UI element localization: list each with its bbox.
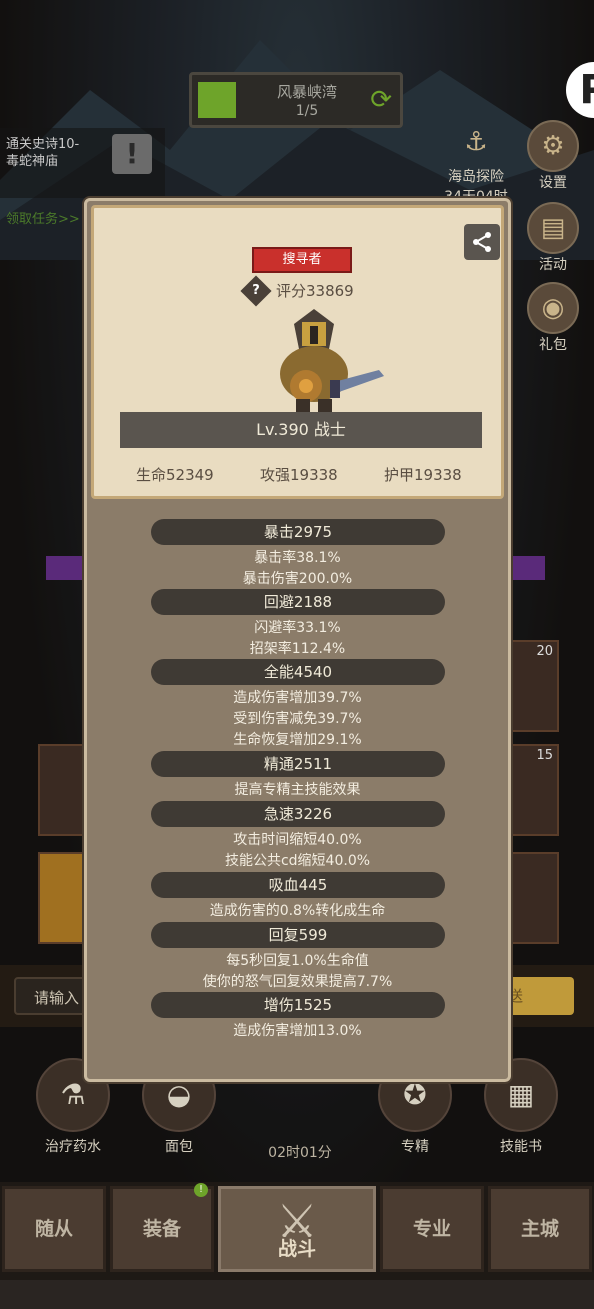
item-bread-label: 面包 (165, 1139, 193, 1155)
haste-header: 急速3226 (151, 801, 445, 827)
character-stats-panel: 搜寻者 ? 评分33869 Lv.390 战士 生命52349 攻强19338 … (84, 198, 511, 1082)
tile-count-2: 15 (536, 748, 553, 763)
activity-label: 活动 (539, 257, 567, 273)
quest-title-2: 毒蛇神庙 (6, 154, 59, 169)
character-card: 搜寻者 ? 评分33869 Lv.390 战士 生命52349 攻强19338 … (91, 205, 504, 499)
gift-button[interactable]: ◉ 礼包 (524, 282, 582, 354)
lifesteal-header: 吸血445 (151, 872, 445, 898)
item-tile-3[interactable] (511, 852, 559, 944)
refresh-icon[interactable]: ⟳ (370, 85, 392, 115)
battle-timer: 02时01分 (268, 1145, 332, 1161)
versatility-header: 全能4540 (151, 659, 445, 685)
claim-quest-link[interactable]: 领取任务>> (6, 208, 80, 227)
dodge-rate: 闪避率33.1% (254, 620, 341, 636)
armor-stat: 护甲19338 (384, 466, 462, 484)
bottom-nav: 随从 装备 ⚔ 战斗 专业 主城 (0, 1182, 594, 1280)
stage-box[interactable]: 风暴峡湾 1/5 ⟳ (189, 72, 403, 128)
tile-count-1: 20 (536, 644, 553, 659)
damage-bonus-header: 增伤1525 (151, 992, 445, 1018)
item-tile-2[interactable]: 15 (511, 744, 559, 836)
crossed-swords-icon: ⚔ (276, 1194, 318, 1248)
anchor-icon: ⚓ (464, 127, 488, 157)
item-tile-5[interactable] (38, 852, 88, 944)
attack-stat: 攻强19338 (260, 466, 338, 484)
item-potion-label: 治疗药水 (45, 1139, 101, 1155)
recovery-desc-2: 使你的怒气回复效果提高7.7% (202, 974, 393, 990)
scroll-icon: ▤ (527, 202, 579, 254)
quest-panel[interactable]: 通关史诗10- 毒蛇神庙 ! (0, 128, 165, 198)
activity-button[interactable]: ▤ 活动 (524, 202, 582, 274)
gear-icon: ⚙ (527, 120, 579, 172)
left-purple-bar (46, 556, 86, 580)
level-bar: Lv.390 战士 (120, 412, 482, 448)
nav-city[interactable]: 主城 (488, 1186, 592, 1272)
stage-progress: 1/5 (295, 103, 319, 119)
crit-rate: 暴击率38.1% (254, 550, 341, 566)
nav-equipment[interactable]: 装备 (110, 1186, 214, 1272)
gift-label: 礼包 (539, 337, 567, 353)
quest-title-1: 通关史诗10- (6, 137, 80, 152)
help-icon-glyph: ? (252, 283, 260, 298)
item-tile-1[interactable]: 20 (511, 640, 559, 732)
item-skillbook-label: 技能书 (500, 1139, 542, 1155)
item-mastery-label: 专精 (401, 1139, 429, 1155)
lifesteal-desc: 造成伤害的0.8%转化成生命 (209, 903, 386, 919)
settings-label: 设置 (539, 175, 567, 191)
island-button[interactable]: ⚓ 海岛探险 34天04时 (434, 118, 518, 206)
gcd-reduction: 技能公共cd缩短40.0% (224, 853, 371, 869)
parry-rate: 招架率112.4% (249, 641, 346, 657)
hp-stat: 生命52349 (136, 466, 214, 484)
stage-name: 风暴峡湾 (276, 83, 337, 101)
exclamation-icon: ! (112, 134, 152, 174)
recovery-desc-1: 每5秒回复1.0%生命值 (226, 953, 369, 969)
right-purple-bar (511, 556, 545, 580)
share-icon[interactable] (464, 224, 500, 260)
mastery-header: 精通2511 (151, 751, 445, 777)
settings-button[interactable]: ⚙ 设置 (524, 120, 582, 192)
gift-icon: ◉ (527, 282, 579, 334)
nav-battle[interactable]: ⚔ 战斗 (218, 1186, 376, 1272)
score-text: 评分33869 (276, 282, 354, 300)
nav-battle-label: 战斗 (277, 1238, 316, 1260)
island-label: 海岛探险 (448, 169, 504, 185)
nav-profession[interactable]: 专业 (380, 1186, 484, 1272)
stage-icon (198, 82, 236, 118)
mastery-desc: 提高专精主技能效果 (234, 782, 361, 798)
regen-increase: 生命恢复增加29.1% (233, 732, 362, 748)
damage-bonus-desc: 造成伤害增加13.0% (233, 1023, 362, 1039)
damage-reduction: 受到伤害减免39.7% (233, 711, 362, 727)
title-tag: 搜寻者 (252, 247, 352, 273)
warrior-avatar (280, 309, 384, 419)
crit-header: 暴击2975 (151, 519, 445, 545)
recovery-header: 回复599 (151, 922, 445, 948)
attack-time: 攻击时间缩短40.0% (233, 832, 362, 848)
nav-followers[interactable]: 随从 (2, 1186, 106, 1272)
crit-damage: 暴击伤害200.0% (242, 571, 353, 587)
send-button[interactable]: 送 (500, 977, 574, 1015)
dodge-header: 回避2188 (151, 589, 445, 615)
damage-increase: 造成伤害增加39.7% (233, 690, 362, 706)
equipment-badge: ! (194, 1183, 208, 1197)
item-tile-4[interactable] (38, 744, 88, 836)
